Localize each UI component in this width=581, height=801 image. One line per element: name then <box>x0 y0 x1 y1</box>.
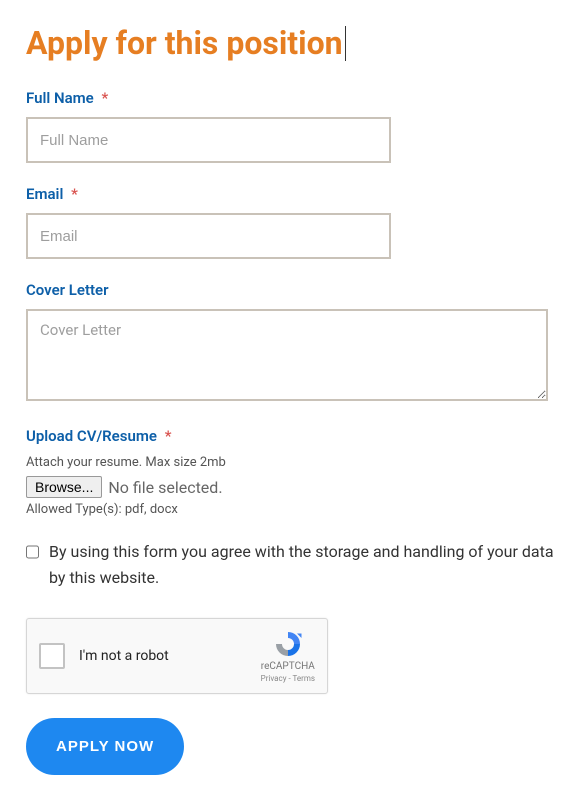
label-text: Email <box>26 185 63 203</box>
upload-hint: Attach your resume. Max size 2mb <box>26 455 555 470</box>
browse-button[interactable]: Browse... <box>26 476 102 498</box>
consent-row[interactable]: By using this form you agree with the st… <box>26 539 555 590</box>
field-full-name: Full Name * <box>26 89 555 163</box>
file-status: No file selected. <box>108 478 222 497</box>
recaptcha-branding: reCAPTCHA Privacy - Terms <box>261 629 315 684</box>
recaptcha-legal: Privacy - Terms <box>261 674 315 684</box>
cover-letter-label: Cover Letter <box>26 281 555 299</box>
required-marker: * <box>101 89 108 107</box>
cover-letter-input[interactable] <box>26 309 548 401</box>
page-title: Apply for this position <box>26 26 346 61</box>
recaptcha-widget[interactable]: I'm not a robot reCAPTCHA Privacy - Term… <box>26 618 328 694</box>
field-cover-letter: Cover Letter <box>26 281 555 405</box>
upload-label: Upload CV/Resume * <box>26 427 555 445</box>
allowed-types: Allowed Type(s): pdf, docx <box>26 502 555 517</box>
field-upload: Upload CV/Resume * Attach your resume. M… <box>26 427 555 517</box>
recaptcha-icon <box>273 629 303 659</box>
full-name-label: Full Name * <box>26 89 555 107</box>
file-row: Browse... No file selected. <box>26 476 555 498</box>
recaptcha-label: I'm not a robot <box>79 648 261 664</box>
recaptcha-checkbox[interactable] <box>39 643 65 669</box>
required-marker: * <box>71 185 78 203</box>
email-label: Email * <box>26 185 555 203</box>
consent-text: By using this form you agree with the st… <box>49 539 555 590</box>
required-marker: * <box>165 427 172 445</box>
consent-checkbox[interactable] <box>26 545 39 559</box>
full-name-input[interactable] <box>26 117 391 163</box>
label-text: Full Name <box>26 89 94 107</box>
recaptcha-brand: reCAPTCHA <box>261 661 315 673</box>
field-email: Email * <box>26 185 555 259</box>
submit-button[interactable]: APPLY NOW <box>26 718 184 775</box>
label-text: Upload CV/Resume <box>26 427 157 445</box>
email-input[interactable] <box>26 213 391 259</box>
